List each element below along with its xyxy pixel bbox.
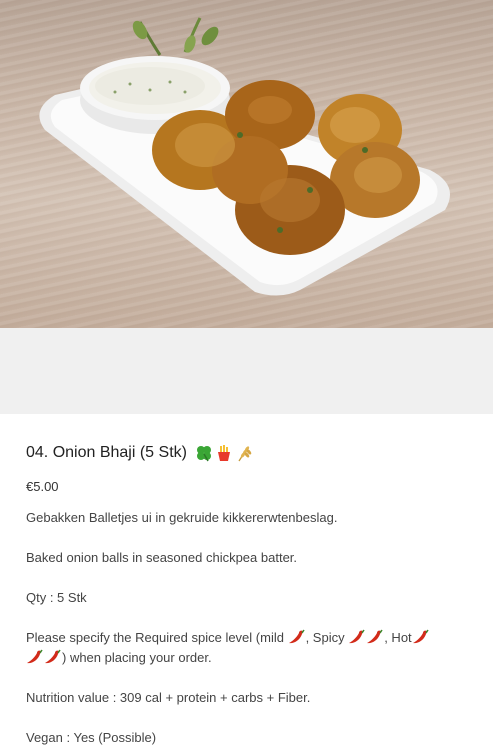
image-spacer (0, 328, 493, 414)
quantity-info: Qty : 5 Stk (26, 590, 87, 605)
product-price: €5.00 (26, 479, 59, 494)
vegan-info: Vegan : Yes (Possible) (26, 730, 157, 745)
herb-garnish (132, 17, 219, 56)
chili-icon (349, 629, 365, 644)
dietary-badges (195, 444, 253, 462)
spice-text-3: , Hot (384, 630, 412, 645)
chili-icon (45, 649, 61, 664)
description-english: Baked onion balls in seasoned chickpea b… (26, 550, 298, 565)
product-image (0, 0, 493, 328)
chili-icon (367, 629, 383, 644)
clover-icon (196, 446, 211, 462)
chili-icon (288, 629, 305, 644)
spice-level-info: Please specify the Required spice level … (26, 628, 467, 668)
product-title-row: 04. Onion Bhaji (5 Stk) (26, 442, 467, 464)
wheat-icon (238, 446, 252, 462)
spice-text-2: , Spicy (305, 630, 349, 645)
product-title: 04. Onion Bhaji (5 Stk) (26, 444, 187, 461)
description-dutch: Gebakken Balletjes ui in gekruide kikker… (26, 510, 338, 525)
chili-icon (27, 649, 43, 664)
fries-icon (217, 445, 230, 461)
product-details: 04. Onion Bhaji (5 Stk) €5.00 Gebakken B… (0, 414, 493, 748)
spice-text-1: Please specify the Required spice level … (26, 630, 288, 645)
food-photo-illustration (39, 17, 450, 296)
chili-icon (412, 629, 429, 644)
spice-text-4: ) when placing your order. (62, 650, 212, 665)
nutrition-info: Nutrition value : 309 cal + protein + ca… (26, 690, 311, 705)
